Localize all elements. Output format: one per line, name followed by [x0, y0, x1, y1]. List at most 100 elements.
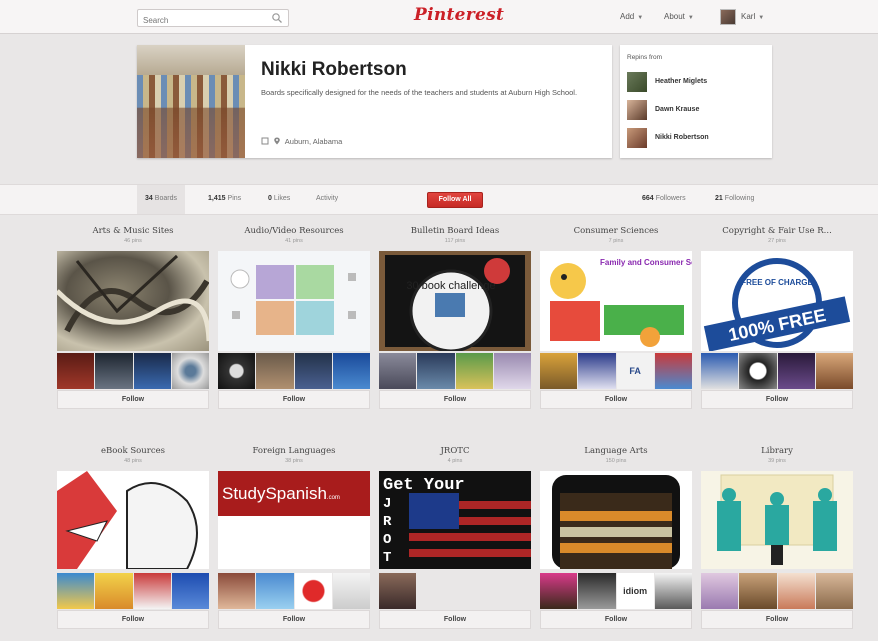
study-spanish-banner: StudySpanish.com: [218, 471, 370, 516]
location-text: Auburn, Alabama: [284, 137, 343, 146]
user-avatar[interactable]: [720, 9, 736, 25]
follow-all-button[interactable]: Follow All: [427, 192, 483, 208]
repin-user[interactable]: Nikki Robertson: [627, 128, 767, 148]
board-cover-image[interactable]: Get Your JROT: [379, 471, 531, 569]
board-pin-count: 150 pins: [605, 458, 627, 464]
followers-label: Followers: [655, 195, 686, 202]
board-follow-button[interactable]: Follow: [218, 390, 370, 409]
bulletin-cover-text: 30 book challenge: [406, 280, 495, 292]
board-follow-button[interactable]: Follow: [379, 390, 531, 409]
thumb-text: FA: [616, 353, 654, 389]
repin-user[interactable]: Heather Miglets: [627, 72, 767, 92]
board-title[interactable]: Foreign Languages: [218, 446, 370, 456]
repins-card: Repins from Heather Miglets Dawn Krause …: [620, 45, 772, 158]
board-card[interactable]: JROTC 4 pins Get Your JROT Follow: [379, 446, 531, 629]
following-count: 21: [715, 195, 723, 202]
board-follow-button[interactable]: Follow: [701, 610, 853, 629]
chevron-down-icon: ▼: [637, 15, 644, 21]
board-card[interactable]: eBook Sources 48 pins Follow: [57, 446, 209, 629]
board-cover-image[interactable]: [57, 251, 209, 351]
board-cover-image[interactable]: [701, 471, 853, 569]
board-title[interactable]: Arts & Music Sites: [57, 226, 209, 236]
board-pin-count: 46 pins: [124, 238, 142, 244]
board-cover-image[interactable]: 100% FREE FREE OF CHARGE: [701, 251, 853, 351]
board-title[interactable]: eBook Sources: [57, 446, 209, 456]
search-box[interactable]: [137, 9, 289, 29]
board-cover-image[interactable]: 30 book challenge: [379, 251, 531, 351]
board-card[interactable]: Arts & Music Sites 46 pins Follow: [57, 226, 209, 409]
board-card[interactable]: Audio/Video Resources 41 pins Follow: [218, 226, 370, 409]
user-menu[interactable]: Karl ▼: [741, 12, 764, 21]
about-menu[interactable]: About ▼: [664, 12, 694, 21]
jrotc-side-text: JROT: [383, 496, 392, 566]
followers-link[interactable]: 664 Followers: [642, 195, 686, 202]
avatar: [627, 128, 647, 148]
following-link[interactable]: 21 Following: [715, 195, 754, 202]
consumer-cover-text: Family and Consumer Science: [600, 258, 692, 267]
tab-likes[interactable]: 0 Likes: [268, 195, 290, 202]
audio-video-diagram-image: [230, 265, 356, 335]
library-illustration-image: [717, 474, 837, 565]
repin-user-name: Dawn Krause: [655, 106, 700, 113]
board-card[interactable]: Library 39 pins Follow: [701, 446, 853, 629]
board-follow-button[interactable]: Follow: [701, 390, 853, 409]
repin-user-name: Heather Miglets: [655, 78, 708, 85]
board-pin-count: 38 pins: [285, 458, 303, 464]
boards-count: 34: [145, 195, 153, 202]
likes-count: 0: [268, 195, 272, 202]
profile-photo: [137, 45, 245, 158]
repin-user-name: Nikki Robertson: [655, 134, 709, 141]
user-menu-label: Karl: [741, 12, 756, 21]
board-card[interactable]: Consumer Sciences 7 pins Family and Cons…: [540, 226, 692, 409]
horton-elephant-image: [57, 471, 198, 569]
board-follow-button[interactable]: Follow: [540, 390, 692, 409]
board-cover-image[interactable]: StudySpanish.com: [218, 471, 370, 569]
repins-title: Repins from: [627, 54, 663, 61]
board-cover-image[interactable]: [218, 251, 370, 351]
website-icon[interactable]: [261, 137, 269, 145]
board-thumbnails: [218, 353, 370, 389]
jrotc-top-text: Get Your: [383, 476, 465, 495]
activity-label: Activity: [316, 195, 339, 202]
board-card[interactable]: Language Arts 150 pins idiom Follow: [540, 446, 692, 629]
board-thumbnails: [701, 353, 853, 389]
board-card[interactable]: Foreign Languages 38 pins StudySpanish.c…: [218, 446, 370, 629]
board-title[interactable]: JROTC: [379, 446, 531, 456]
profile-name: Nikki Robertson: [261, 59, 407, 80]
add-menu[interactable]: Add ▼: [620, 12, 643, 21]
likes-label: Likes: [273, 195, 291, 202]
board-card[interactable]: Copyright & Fair Use R... 27 pins 100% F…: [701, 226, 853, 409]
board-title[interactable]: Consumer Sciences: [540, 226, 692, 236]
search-input[interactable]: [138, 12, 263, 29]
profile-stats-bar: 34 Boards 1,415 Pins 0 Likes Activity Follo…: [0, 184, 878, 215]
board-follow-button[interactable]: Follow: [379, 610, 531, 629]
board-pin-count: 7 pins: [608, 238, 624, 244]
board-title[interactable]: Language Arts: [540, 446, 692, 456]
search-icon[interactable]: [271, 12, 283, 24]
tab-activity[interactable]: Activity: [316, 195, 338, 202]
tab-boards[interactable]: 34 Boards: [137, 185, 185, 214]
repin-user[interactable]: Dawn Krause: [627, 100, 767, 120]
board-thumbnails: [57, 353, 209, 389]
board-follow-button[interactable]: Follow: [540, 610, 692, 629]
board-follow-button[interactable]: Follow: [57, 390, 209, 409]
board-cover-image[interactable]: [57, 471, 209, 569]
board-title[interactable]: Audio/Video Resources: [218, 226, 370, 236]
board-title[interactable]: Bulletin Board Ideas: [379, 226, 531, 236]
board-cover-image[interactable]: [540, 471, 692, 569]
board-cover-image[interactable]: Family and Consumer Science: [540, 251, 692, 351]
consumer-science-cartoon-image: Family and Consumer Science: [550, 258, 692, 347]
location-pin-icon: [274, 137, 280, 145]
board-follow-button[interactable]: Follow: [218, 610, 370, 629]
profile-description: Boards specifically designed for the nee…: [261, 88, 578, 97]
board-card[interactable]: Bulletin Board Ideas 117 pins 30 book ch…: [379, 226, 531, 409]
tab-pins[interactable]: 1,415 Pins: [208, 195, 241, 202]
following-label: Following: [724, 195, 755, 202]
board-follow-button[interactable]: Follow: [57, 610, 209, 629]
board-title[interactable]: Copyright & Fair Use R...: [701, 226, 853, 236]
board-thumbnails: [57, 573, 209, 609]
board-title[interactable]: Library: [701, 446, 853, 456]
stamp-top-text: FREE OF CHARGE: [741, 278, 813, 287]
avatar: [627, 100, 647, 120]
pinterest-logo[interactable]: Pinterest: [414, 5, 504, 25]
